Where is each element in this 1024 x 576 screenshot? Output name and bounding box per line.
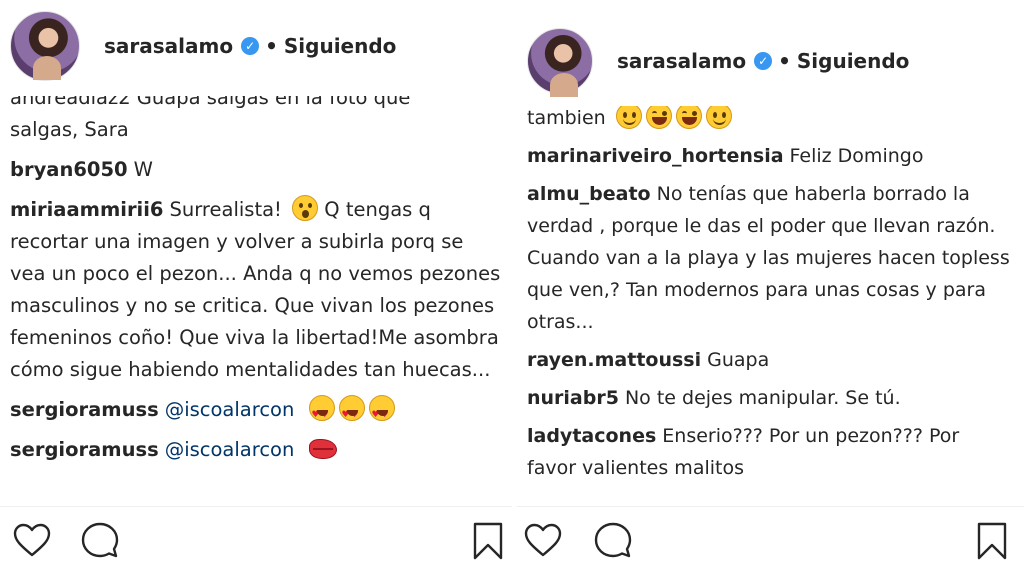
laughing-emoji-icon (645, 106, 672, 129)
comment-author[interactable]: nuriabr5 (527, 387, 619, 409)
laughing-emoji-icon (675, 106, 702, 129)
verified-badge-icon: ✓ (241, 37, 260, 55)
comment-author[interactable]: bryan6050 (10, 158, 128, 181)
bookmark-icon[interactable] (972, 521, 1012, 561)
heart-eyes-emoji-icon (308, 395, 335, 431)
username-link[interactable]: sarasalamo (617, 49, 746, 73)
post-header: sarasalamo ✓ • Siguiendo (517, 26, 1024, 97)
comment-text: Q tengas q recortar una imagen y volver … (10, 198, 501, 381)
list-item: nuriabr5 No te dejes manipular. Se tú. (517, 382, 1024, 414)
comment-text: No tenías que haberla borrado la verdad … (527, 183, 1010, 333)
comment-text: W (133, 158, 153, 181)
following-button[interactable]: Siguiendo (797, 49, 910, 73)
heart-outline-icon[interactable] (12, 521, 52, 561)
lips-emoji-icon (308, 439, 337, 459)
separator-dot: • (265, 34, 278, 58)
comment-list[interactable]: tambien marinariveiro_hortensia Feliz Dom… (517, 106, 1024, 504)
heart-eyes-emoji-icon (368, 395, 395, 431)
list-item: tambien (517, 106, 1024, 134)
action-bar (0, 506, 512, 576)
surprised-emoji-icon (292, 195, 319, 221)
username-link[interactable]: sarasalamo (104, 34, 233, 58)
heart-outline-icon[interactable] (523, 521, 563, 561)
following-button[interactable]: Siguiendo (284, 34, 397, 58)
mention-link[interactable]: @iscoalarcon (165, 398, 295, 421)
comment-author[interactable]: marinariveiro_hortensia (527, 145, 784, 167)
comment-author[interactable]: miriaammirii6 (10, 198, 164, 221)
list-item: salgas, Sara (0, 114, 512, 146)
list-item: miriaammirii6 Surrealista! Q tengas q rec… (0, 194, 512, 386)
list-item: bryan6050 W (0, 154, 512, 186)
list-item: almu_beato No tenías que haberla borrado … (517, 178, 1024, 338)
user-line: sarasalamo ✓ • Siguiendo (617, 49, 909, 73)
bookmark-icon[interactable] (468, 521, 508, 561)
post-panel-left: sarasalamo ✓ • Siguiendo andreadiaz2 Gua… (0, 0, 512, 576)
list-item: marinariveiro_hortensia Feliz Domingo (517, 140, 1024, 172)
comment-author[interactable]: rayen.mattoussi (527, 349, 701, 371)
comment-author[interactable]: ladytacones (527, 425, 656, 447)
separator-dot: • (778, 49, 791, 73)
comment-author[interactable]: sergioramuss (10, 398, 159, 421)
smile-emoji-icon (615, 106, 642, 129)
comment-text: Surrealista! (169, 198, 282, 221)
mention-link[interactable]: @iscoalarcon (165, 438, 295, 461)
smile-emoji-icon (705, 106, 732, 129)
action-bar (517, 506, 1024, 576)
comment-text: andreadiaz2 Guapa salgas en la foto que (10, 96, 411, 109)
heart-eyes-emoji-icon (338, 395, 365, 431)
verified-badge-icon: ✓ (754, 52, 773, 70)
post-panel-right: sarasalamo ✓ • Siguiendo tambien marinar… (517, 0, 1024, 576)
list-item: rayen.mattoussi Guapa (517, 344, 1024, 376)
list-item: sergioramuss @iscoalarcon (0, 394, 512, 431)
list-item: ladytacones Enserio??? Por un pezon??? Po… (517, 420, 1024, 484)
comment-text: salgas, Sara (10, 118, 129, 141)
comment-text: Feliz Domingo (789, 145, 924, 167)
comment-text: No te dejes manipular. Se tú. (624, 387, 901, 409)
comment-text: tambien (527, 107, 606, 129)
list-item: sergioramuss @iscoalarcon (0, 434, 512, 466)
comment-text: Guapa (707, 349, 770, 371)
speech-bubble-icon[interactable] (80, 521, 120, 561)
comment-author[interactable]: almu_beato (527, 183, 651, 205)
avatar[interactable] (10, 11, 80, 81)
post-header: sarasalamo ✓ • Siguiendo (0, 8, 512, 84)
list-item: andreadiaz2 Guapa salgas en la foto que (0, 96, 512, 114)
comment-author[interactable]: sergioramuss (10, 438, 159, 461)
speech-bubble-icon[interactable] (593, 521, 633, 561)
comment-list[interactable]: andreadiaz2 Guapa salgas en la foto que … (0, 96, 512, 504)
user-line: sarasalamo ✓ • Siguiendo (104, 34, 396, 58)
avatar[interactable] (527, 28, 593, 97)
